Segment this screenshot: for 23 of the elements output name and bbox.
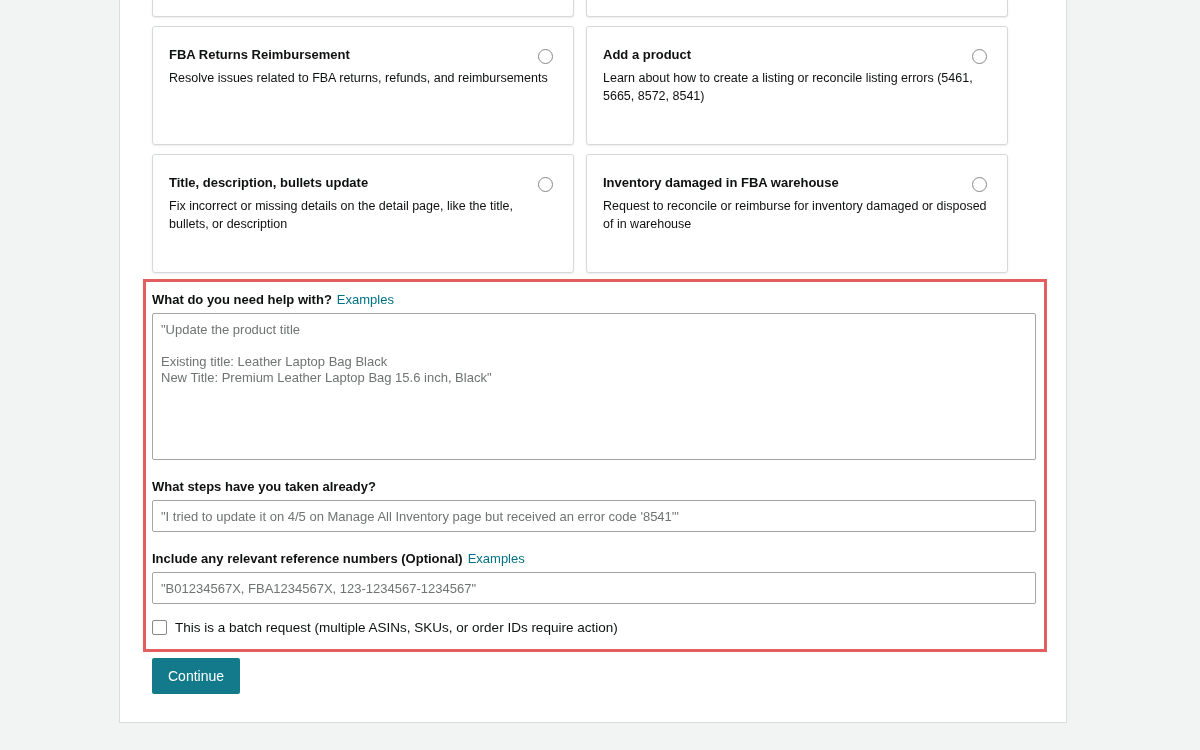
option-description: Resolve issues related to FBA returns, refunds, and reimbursements (169, 70, 549, 87)
option-card[interactable]: Inventory damaged in FBA warehouse Request to reconcile or reimburse for inventory damaged or disposed of in warehouse (586, 154, 1008, 273)
field-label: Include any relevant reference numbers (Optional) (152, 551, 463, 566)
option-card[interactable]: Add a product Learn about how to create a listing or reconcile listing errors (5461, 5665, 8572, 8541) (586, 26, 1008, 145)
option-description: Request to reconcile or reimburse for inventory damaged or disposed of in warehouse (603, 198, 987, 233)
checkbox[interactable] (152, 620, 167, 635)
checkbox-label: This is a batch request (multiple ASINs, SKUs, or order IDs require action) (175, 620, 618, 635)
field-label: What steps have you taken already? (152, 479, 376, 494)
continue-button[interactable]: Continue (152, 658, 241, 694)
help-textarea[interactable]: "Update the product title Existing title: Leather Laptop Bag Black New Title: Premium Leather Laptop Bag 15.6 inch, Black" (152, 313, 1036, 460)
option-card[interactable]: FBA Returns Reimbursement Resolve issues related to FBA returns, refunds, and reimbursements (152, 26, 574, 145)
option-title: FBA Returns Reimbursement (169, 47, 350, 62)
option-description: Learn about how to create a listing or reconcile listing errors (5461, 5665, 8572, 8541) (603, 70, 974, 105)
option-title: Inventory damaged in FBA warehouse (603, 175, 839, 190)
steps-input[interactable]: "I tried to update it on 4/5 on Manage All Inventory page but received an error code '8541'" (152, 500, 1036, 532)
option-description: Fix incorrect or missing details on the detail page, like the title, bullets, or description (169, 198, 514, 233)
examples-link[interactable]: Examples (467, 551, 525, 566)
option-title: Title, description, bullets update (169, 175, 369, 190)
field-label: What do you need help with? (152, 292, 332, 307)
reference-input[interactable]: "B01234567X, FBA1234567X, 123-1234567-1234567" (152, 572, 1036, 604)
option-card[interactable]: Title, description, bullets update Fix incorrect or missing details on the detail page, like the title, bullets, or description (152, 154, 574, 273)
option-title: Add a product (603, 47, 692, 62)
examples-link[interactable]: Examples (336, 292, 394, 307)
